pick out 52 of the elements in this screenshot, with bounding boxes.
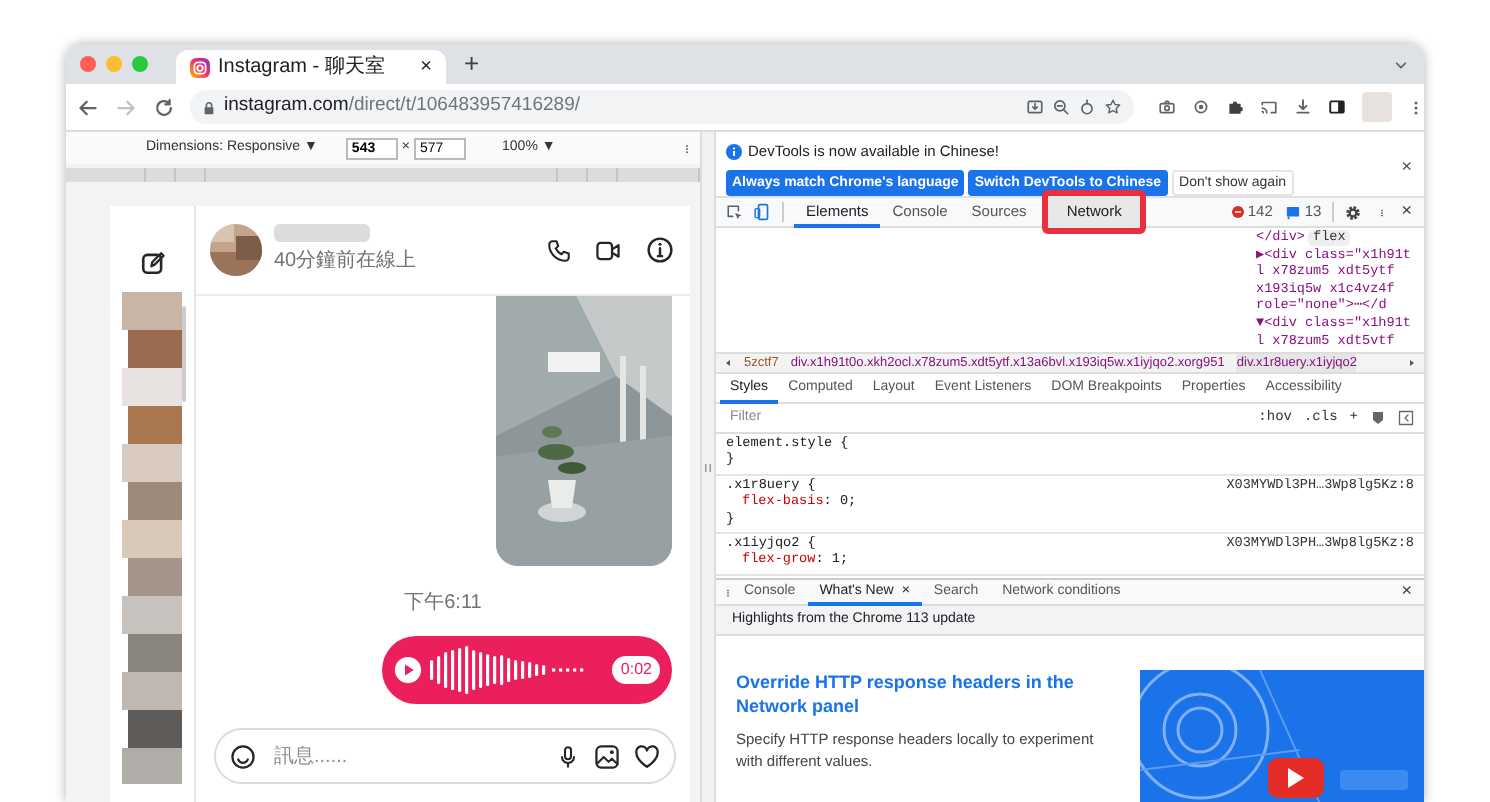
online-status: 40分鐘前在線上 xyxy=(274,247,419,276)
device-toolbar-icon[interactable] xyxy=(754,202,772,222)
message-input[interactable]: 訊息...... xyxy=(270,739,542,773)
side-panel-icon[interactable] xyxy=(1328,98,1347,116)
play-icon[interactable] xyxy=(394,656,422,684)
color-format-icon[interactable] xyxy=(1370,410,1386,426)
zoom-icon[interactable] xyxy=(1052,98,1071,116)
flag-icon xyxy=(1286,205,1301,219)
close-button[interactable]: × xyxy=(1401,154,1412,181)
scroll-left-icon[interactable] xyxy=(724,358,732,368)
star-icon[interactable] xyxy=(1104,98,1123,116)
heart-icon[interactable] xyxy=(634,743,660,769)
scroll-right-icon[interactable] xyxy=(1408,358,1416,368)
browser-tab[interactable]: Instagram - 聊天室 × xyxy=(176,50,446,84)
close-button[interactable]: × xyxy=(1401,578,1412,606)
info-icon xyxy=(726,144,742,160)
info-icon[interactable] xyxy=(646,236,674,264)
blurred-name xyxy=(274,224,370,242)
voice-message[interactable]: 0:02 xyxy=(382,636,672,704)
article-link[interactable]: Override HTTP response headers in the Network panel xyxy=(736,670,1116,718)
record-icon[interactable] xyxy=(1192,98,1211,116)
reload-icon[interactable] xyxy=(154,97,174,117)
emoji-icon[interactable] xyxy=(230,743,256,769)
lock-icon xyxy=(202,99,216,115)
voice-duration: 0:02 xyxy=(612,656,660,684)
address-bar[interactable]: instagram.com/direct/t/106483957416289/ xyxy=(190,90,1135,124)
install-icon[interactable] xyxy=(1026,98,1045,116)
tab-title: Instagram - 聊天室 xyxy=(218,53,387,82)
cast-icon[interactable] xyxy=(1260,98,1279,116)
puzzle-icon[interactable] xyxy=(1226,98,1245,116)
message-time: 下午6:11 xyxy=(404,590,482,618)
back-icon[interactable] xyxy=(78,97,98,117)
video-call-icon[interactable] xyxy=(594,237,622,263)
chevron-down-icon[interactable] xyxy=(1394,57,1408,71)
close-tab-button[interactable]: × xyxy=(420,57,432,77)
settings-icon[interactable] xyxy=(1343,203,1362,221)
close-button[interactable]: × xyxy=(1401,198,1412,226)
image-icon[interactable] xyxy=(594,743,620,769)
microphone-icon[interactable] xyxy=(556,743,580,769)
new-tab-button[interactable]: + xyxy=(464,44,480,84)
scrollbar xyxy=(182,306,186,402)
message-field[interactable]: 訊息...... xyxy=(214,728,676,784)
url-text: instagram.com/direct/t/106483957416289/ xyxy=(224,92,582,121)
phone-icon[interactable] xyxy=(546,237,572,263)
error-icon xyxy=(1231,206,1244,218)
download-icon[interactable] xyxy=(1294,98,1313,116)
camera-icon[interactable] xyxy=(1158,98,1177,116)
favicon-icon xyxy=(190,57,210,77)
timer-icon[interactable] xyxy=(1078,98,1097,116)
toggle-sidebar-icon[interactable] xyxy=(1398,410,1414,426)
inspect-icon[interactable] xyxy=(726,203,744,221)
compose-icon[interactable] xyxy=(139,250,165,276)
